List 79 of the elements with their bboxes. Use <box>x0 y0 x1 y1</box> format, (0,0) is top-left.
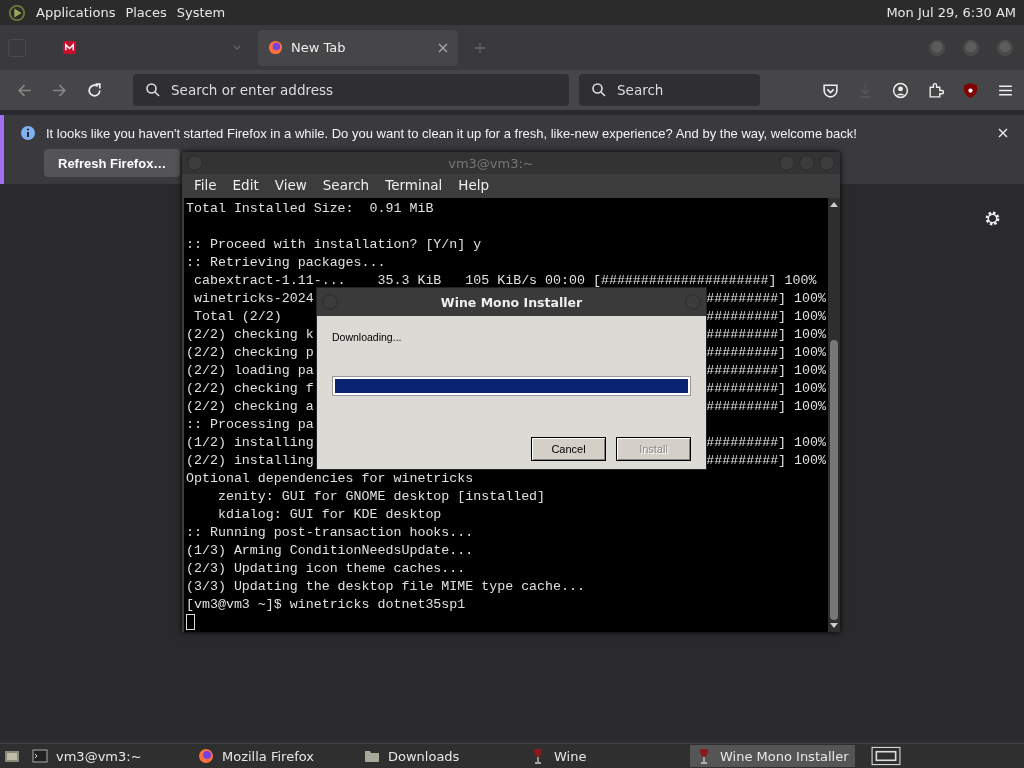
taskbar-item[interactable]: Wine Mono Installer <box>690 745 855 767</box>
workspace-switcher-icon[interactable] <box>870 746 901 766</box>
terminal-line: (3/3) Updating the desktop file MIME type cache... <box>186 578 585 596</box>
scroll-up-icon[interactable] <box>830 201 838 207</box>
search-icon <box>145 82 161 98</box>
menu-item[interactable]: Search <box>314 177 378 193</box>
terminal-line: #########] 100% <box>706 308 826 326</box>
terminal-line: Optional dependencies for winetricks <box>186 470 474 488</box>
address-field[interactable]: Search or enter address <box>133 74 569 106</box>
terminal-line: (2/2) loading pa <box>186 362 314 380</box>
terminal-line: zenity: GUI for GNOME desktop [installed] <box>216 488 546 506</box>
reload-icon[interactable] <box>86 81 103 99</box>
panel-menu[interactable]: System <box>176 5 226 20</box>
panel-menu[interactable]: Applications <box>36 5 116 20</box>
terminal-line: :: Retrieving packages... <box>186 254 386 272</box>
tab-title: New Tab <box>291 40 346 55</box>
menu-item[interactable]: File <box>186 177 225 193</box>
terminal-line: #########] 100% <box>706 326 826 344</box>
scrollbar[interactable] <box>828 198 840 632</box>
text-cursor <box>186 614 195 630</box>
status-text: Downloading... <box>332 331 403 343</box>
taskbar-item[interactable]: Wine <box>524 745 684 767</box>
scroll-down-icon[interactable] <box>830 623 838 629</box>
show-desktop-icon[interactable] <box>4 748 20 764</box>
terminal-line: cabextract-1.11-... 35.3 KiB 105 KiB/s 00:00 [#####################] 100% <box>192 272 817 290</box>
clock: Mon Jul 29, 6:30 AM <box>886 5 1016 20</box>
info-icon <box>20 125 36 141</box>
terminal-line: #########] 100% <box>706 434 826 452</box>
terminal-line: (2/2) checking f <box>186 380 314 398</box>
logo-icon[interactable] <box>8 3 26 22</box>
menu-item[interactable]: Edit <box>224 177 267 193</box>
search-field[interactable]: Search <box>579 74 760 106</box>
window-title: vm3@vm3:~ <box>447 155 535 171</box>
pocket-icon[interactable] <box>822 81 839 99</box>
settings-icon[interactable] <box>984 210 1001 227</box>
menu-item[interactable]: Help <box>450 177 498 193</box>
window-title: Wine Mono Installer <box>439 294 584 310</box>
terminal-line: (1/2) installing <box>186 434 314 452</box>
firefox-icon <box>268 40 283 55</box>
menu-item[interactable]: Terminal <box>377 177 451 193</box>
new-tab-icon[interactable] <box>474 41 486 54</box>
terminal-line: :: Running post-transaction hooks... <box>186 524 474 542</box>
terminal-line: (2/2) checking k <box>186 326 314 344</box>
terminal-line: #########] 100% <box>706 362 826 380</box>
terminal-line: #########] 100% <box>706 290 826 308</box>
puzzle-icon[interactable] <box>927 81 944 99</box>
terminal-line: Total Installed Size: 0.91 MiB <box>186 200 434 218</box>
refresh-button[interactable]: Refresh Firefox… <box>44 149 181 177</box>
taskbar-item[interactable]: Mozilla Firefox <box>192 745 352 767</box>
taskbar-item[interactable]: vm3@vm3:~ <box>26 745 186 767</box>
terminal-line: (2/2) installing <box>186 452 314 470</box>
terminal-icon <box>32 748 48 764</box>
search-icon <box>591 82 607 98</box>
terminal-line: #########] 100% <box>706 452 826 470</box>
terminal-line: #########] 100% <box>706 398 826 416</box>
panel-menu[interactable]: Places <box>125 5 167 20</box>
terminal-line: (2/3) Updating icon theme caches... <box>186 560 466 578</box>
firefox-icon <box>198 748 214 764</box>
terminal-line: Total (2/2) <box>192 308 282 326</box>
terminal-line: kdialog: GUI for KDE desktop <box>216 506 442 524</box>
close-icon[interactable] <box>438 42 448 53</box>
terminal-line: (2/2) checking a <box>186 398 314 416</box>
terminal-line: (2/2) checking p <box>186 344 314 362</box>
shield-icon[interactable] <box>962 81 979 99</box>
terminal-line: winetricks-2024 <box>192 290 314 308</box>
terminal-line: (1/3) Arming ConditionNeedsUpdate... <box>186 542 474 560</box>
dialog-button[interactable]: Cancel <box>531 437 606 461</box>
notification-text: It looks like you haven't started Firefox in a while. Do you want to clean it up for a fresh, like-new experience? And by the way, welcome back! <box>46 125 857 141</box>
browser-tab[interactable]: New Tab <box>258 29 458 66</box>
account-icon[interactable] <box>892 81 909 99</box>
folder-icon <box>364 748 380 764</box>
terminal-line: :: Processing pa <box>186 416 314 434</box>
terminal-line: #########] 100% <box>706 344 826 362</box>
taskbar-item[interactable]: Downloads <box>358 745 518 767</box>
terminal-line: #########] 100% <box>706 380 826 398</box>
terminal-line: :: Proceed with installation? [Y/n] y <box>186 236 482 254</box>
terminal-line: [vm3@vm3 ~]$ winetricks dotnet35sp1 <box>186 596 466 614</box>
menu-item[interactable]: View <box>266 177 315 193</box>
mail-icon <box>62 40 77 55</box>
